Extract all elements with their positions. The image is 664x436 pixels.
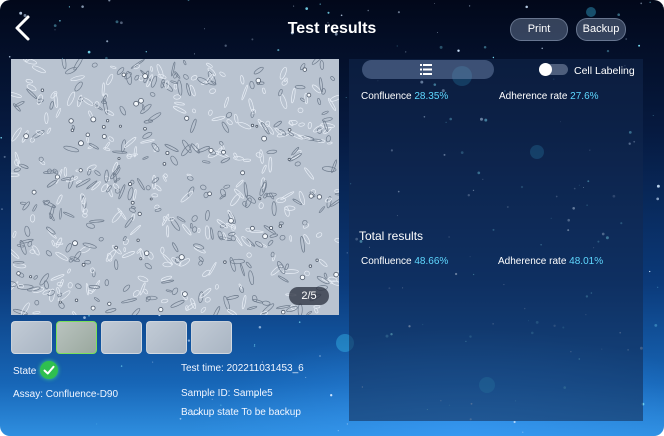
total-confluence-label: Confluence bbox=[361, 256, 412, 267]
test-time-text: Test time: 202211031453_6 bbox=[181, 363, 304, 374]
cell-microscopy-image bbox=[11, 59, 339, 315]
backup-state-text: Backup state To be backup bbox=[181, 407, 301, 418]
total-adherence-metric: Adherence rate 48.01% bbox=[498, 256, 603, 267]
list-icon bbox=[420, 64, 432, 75]
backup-button[interactable]: Backup bbox=[576, 18, 626, 41]
assay-text: Assay: Confluence-D90 bbox=[13, 389, 119, 400]
adherence-label: Adherence rate bbox=[499, 91, 568, 102]
image-thumbnail-5[interactable] bbox=[191, 321, 232, 354]
total-results-heading: Total results bbox=[359, 229, 424, 243]
cell-labeling-label: Cell Labeling bbox=[574, 65, 635, 77]
total-adherence-label: Adherence rate bbox=[498, 256, 567, 267]
image-thumbnail-1[interactable] bbox=[11, 321, 52, 354]
adherence-value: 27.6% bbox=[570, 91, 599, 102]
image-thumbnail-3[interactable] bbox=[101, 321, 142, 354]
total-adherence-value: 48.01% bbox=[569, 256, 604, 267]
total-confluence-value: 48.66% bbox=[414, 256, 449, 267]
state-label: State bbox=[13, 366, 37, 377]
image-page-indicator: 2/5 bbox=[289, 287, 329, 305]
confluence-value: 28.35% bbox=[414, 91, 449, 102]
test-results-screen: Test results Print Backup 2/5 State Assa… bbox=[0, 0, 664, 436]
sample-id-text: Sample ID: Sample5 bbox=[181, 388, 273, 399]
check-circle-icon bbox=[40, 361, 58, 379]
toggle-knob bbox=[539, 63, 552, 76]
adherence-metric: Adherence rate 27.6% bbox=[499, 91, 599, 102]
confluence-metric: Confluence 28.35% bbox=[361, 91, 448, 102]
image-thumbnail-2[interactable] bbox=[56, 321, 97, 354]
image-thumbnail-4[interactable] bbox=[146, 321, 187, 354]
total-confluence-metric: Confluence 48.66% bbox=[361, 256, 448, 267]
cell-image-viewer[interactable] bbox=[11, 59, 339, 315]
confluence-label: Confluence bbox=[361, 91, 412, 102]
print-button[interactable]: Print bbox=[510, 18, 568, 41]
